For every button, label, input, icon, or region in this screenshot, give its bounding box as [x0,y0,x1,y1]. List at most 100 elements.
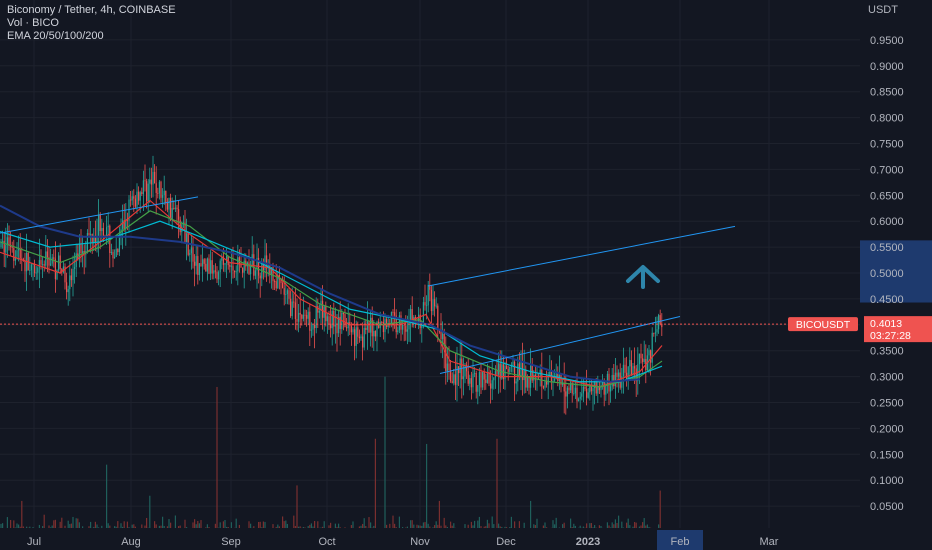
volume-bar [101,525,103,528]
candle-body [101,228,103,232]
ema-indicator-label[interactable]: EMA 20/50/100/200 [7,30,176,43]
candle-body [347,321,349,329]
candle-body [230,265,232,267]
candle-body [315,306,317,329]
currency-label: USDT [868,4,898,16]
volume-bar [160,525,162,528]
price-tick-label: 0.5500 [870,242,904,254]
volume-bar [453,523,455,528]
volume-bar [493,524,495,528]
candle-body [248,262,250,275]
candle-body [291,301,293,317]
volume-bar [144,525,146,528]
candle-body [618,372,620,377]
candle-body [296,319,298,322]
candle-body [254,270,256,276]
candle-body [464,364,466,377]
candle-body [118,236,120,253]
candle-body [37,267,39,273]
candle-body [384,319,386,333]
volume-bar [618,515,620,528]
candle-body [581,393,583,397]
candle-body [91,234,93,244]
price-tick-label: 0.4500 [870,294,904,306]
candle-body [450,370,452,382]
volume-bar [530,500,532,528]
candle-body [515,381,517,384]
volume-bar [606,522,608,528]
volume-bar [261,527,263,528]
candle-body [462,376,464,380]
candle-body [74,266,76,270]
volume-bar [51,525,53,528]
volume-bar [50,527,52,528]
volume-bar [640,525,642,528]
candle-body [403,324,405,326]
volume-bar [514,521,516,528]
volume-bar [285,520,287,528]
candle-body [573,393,575,394]
volume-bar [418,525,420,528]
candle-body [352,329,354,333]
volume-bar [496,438,498,528]
candle-body [506,365,508,370]
candle-body [525,369,527,388]
volume-bar [334,523,336,528]
candle-body [437,305,439,330]
volume-bar [235,518,237,528]
volume-bar [589,523,591,528]
volume-bar [413,524,415,528]
symbol-title[interactable]: Biconomy / Tether, 4h, COINBASE [7,4,176,17]
candle-body [368,321,370,333]
volume-indicator-label[interactable]: Vol · BICO [7,17,176,30]
volume-bar [480,526,482,528]
volume-bar [309,524,311,528]
volume-bar [432,527,434,528]
candle-body [30,264,32,271]
volume-bar [230,522,232,528]
candle-body [435,305,437,307]
candle-body [50,263,52,266]
candle-body [496,370,498,375]
candle-body [235,271,237,273]
volume-bar [94,521,96,528]
volume-bar [214,523,216,528]
candle-body [200,263,202,267]
volume-bar [32,527,34,528]
candle-body [418,314,420,323]
volume-bar [328,525,330,528]
candle-body [472,373,474,388]
candle-body [565,391,567,397]
candle-body [194,261,196,266]
price-chart[interactable]: 0.0500 0.1000 0.1500 0.2000 0.2500 0.3000 0.35… [0,0,932,550]
candle-body [344,314,346,328]
volume-bar [170,522,172,528]
volume-bar [336,526,338,528]
candle-body [72,269,74,281]
chart-background [0,0,932,550]
candle-body [485,379,487,383]
volume-bar [434,525,436,528]
candle-body [198,263,200,275]
candle-body [528,376,530,388]
price-tick-label: 0.1000 [870,475,904,487]
candle-body [467,371,469,384]
candle-body [566,387,568,397]
volume-bar [395,527,397,528]
candle-body [482,371,484,388]
price-tick-label: 0.8500 [870,87,904,99]
chart-legend: Biconomy / Tether, 4h, COINBASE Vol · BI… [7,4,176,43]
candle-body [517,363,519,382]
candle-body [371,317,373,337]
volume-bar [192,522,194,528]
volume-bar [499,526,501,528]
volume-bar [574,525,576,528]
candle-body [304,314,306,316]
candle-body [147,183,149,202]
volume-bar [360,525,362,528]
candle-body [642,358,644,362]
candle-body [98,214,100,238]
candle-body [582,387,584,394]
volume-bar [90,521,92,528]
candle-body [576,387,578,402]
